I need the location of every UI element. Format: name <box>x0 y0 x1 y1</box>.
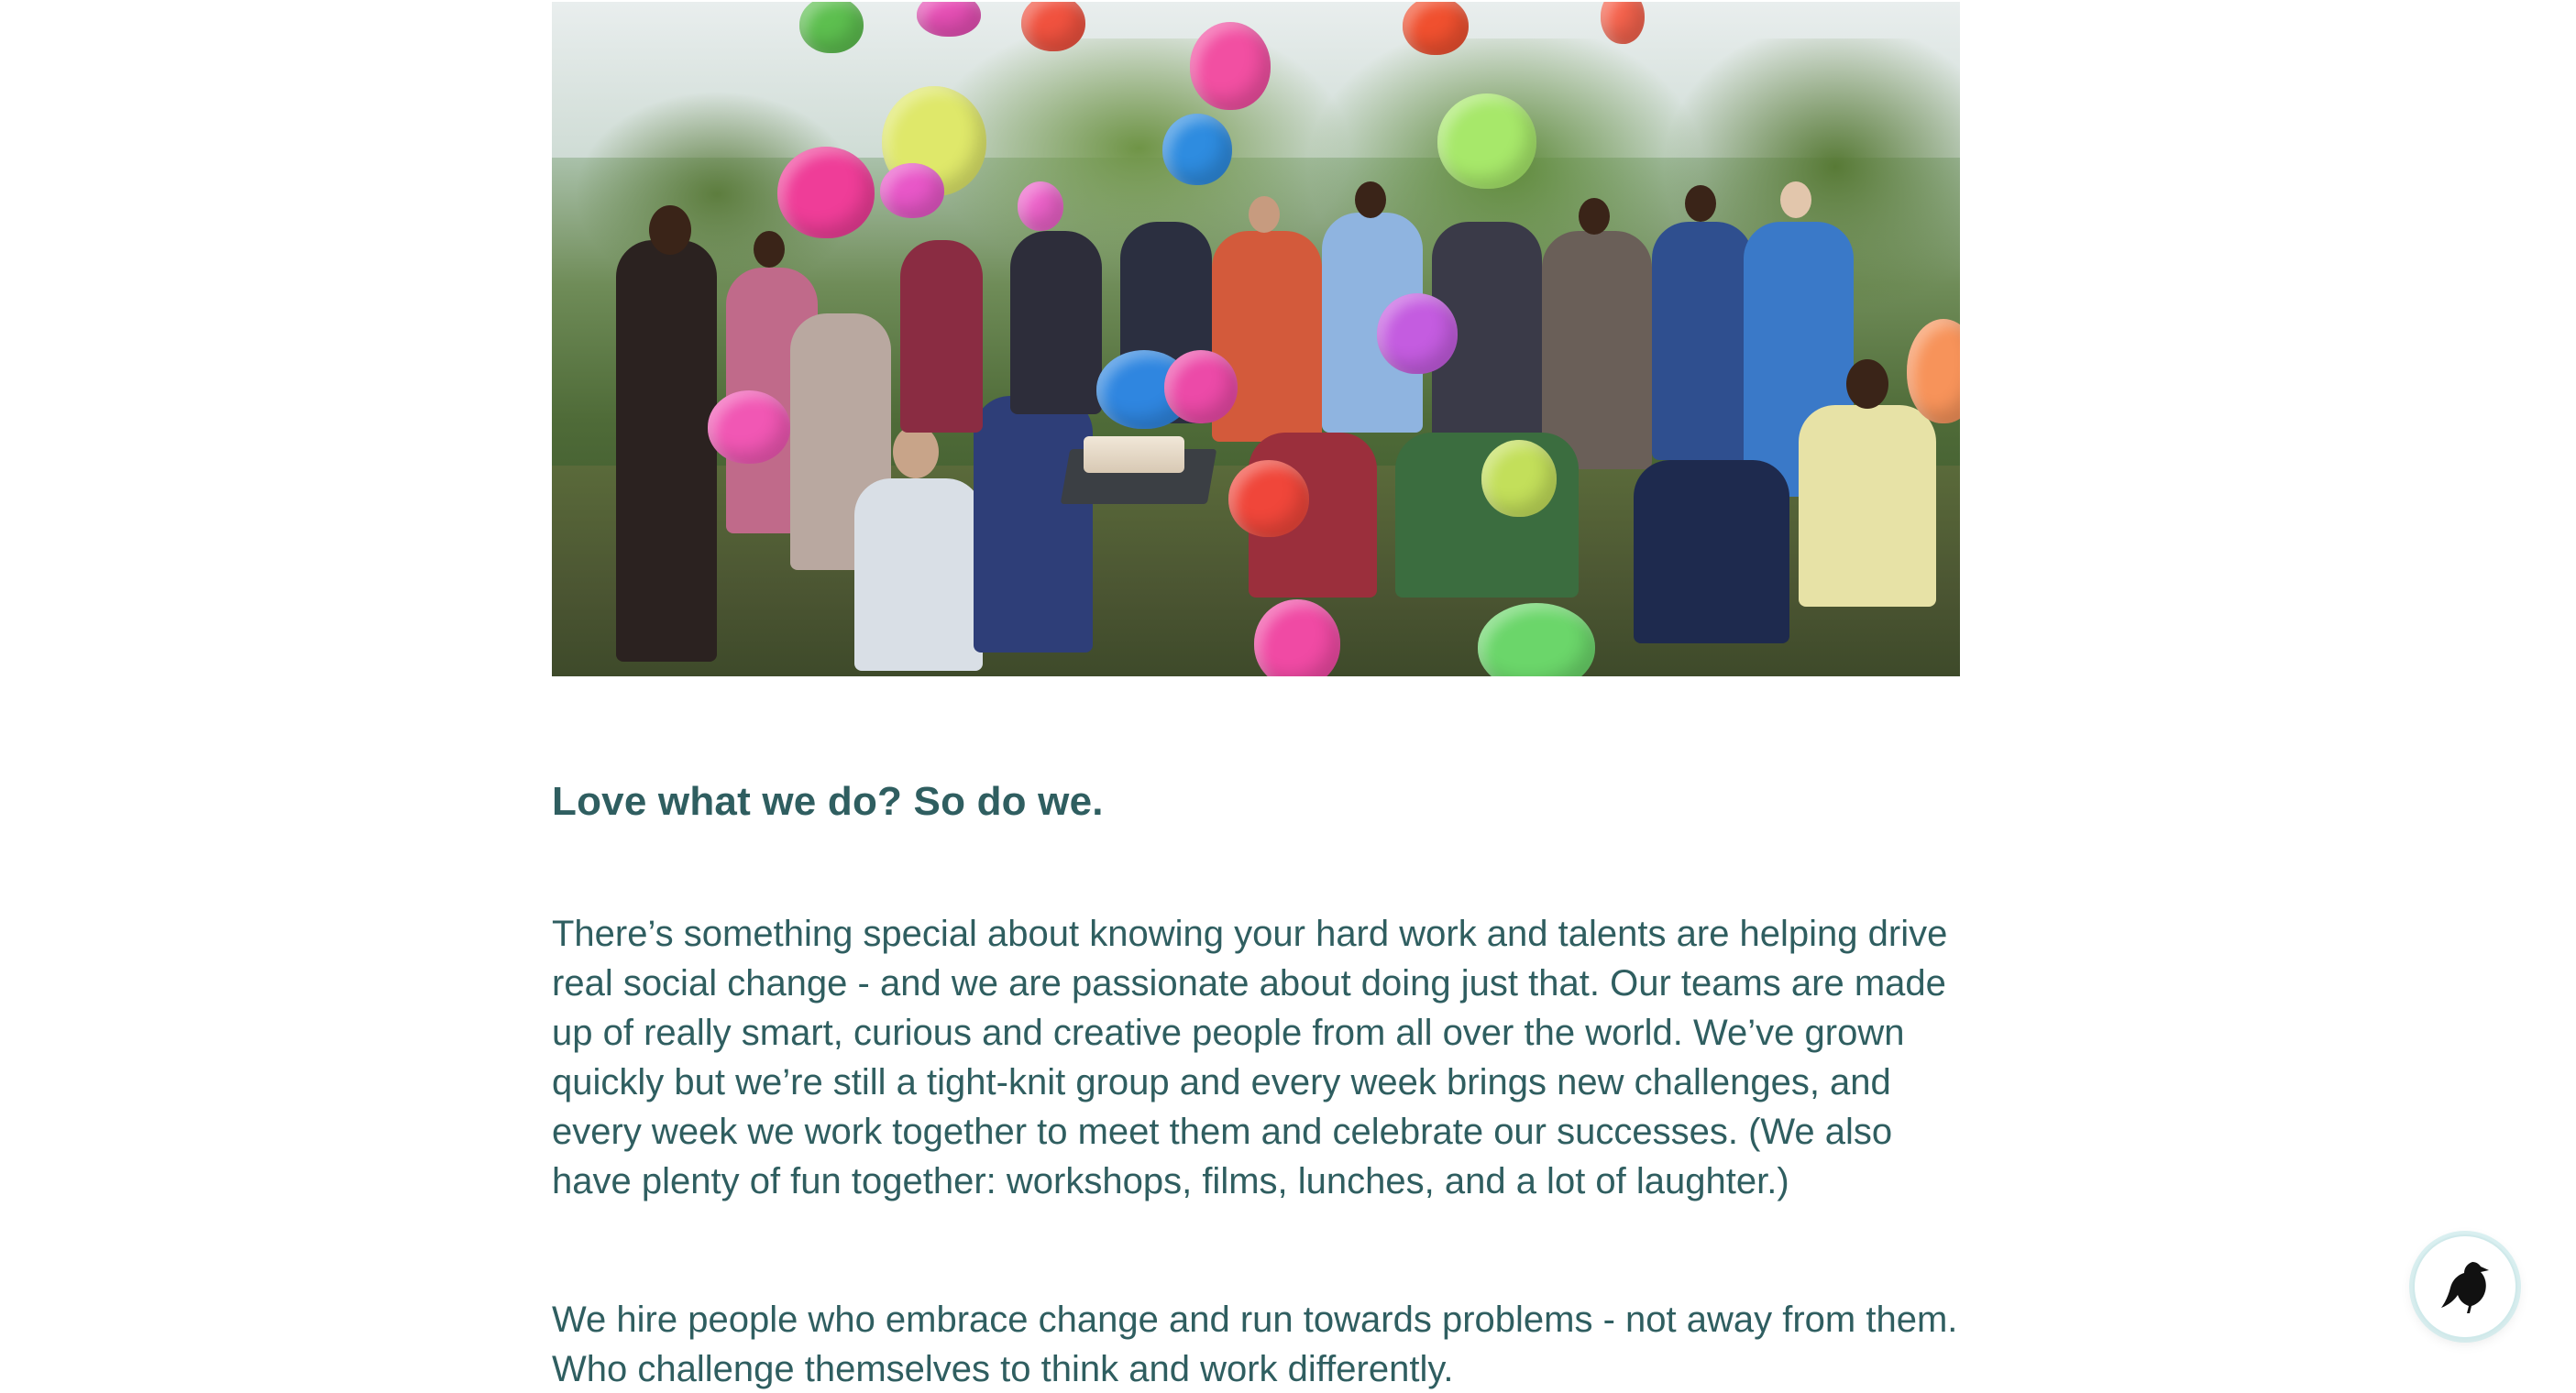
balloon <box>1481 440 1557 517</box>
team-photo <box>552 2 1960 676</box>
photo-person-head <box>1579 198 1610 235</box>
balloon <box>1228 460 1309 537</box>
photo-cake <box>1084 436 1184 473</box>
balloon <box>708 390 790 464</box>
balloon <box>1377 293 1458 374</box>
balloon <box>1190 22 1271 110</box>
photo-person-head <box>649 205 691 255</box>
chat-widget-button[interactable] <box>2413 1234 2517 1339</box>
section-heading: Love what we do? So do we. <box>552 779 1104 824</box>
photo-person <box>1652 222 1753 460</box>
photo-person-head <box>1685 185 1716 222</box>
photo-person <box>974 396 1093 653</box>
intro-paragraph: There’s something special about knowing … <box>552 914 1948 1201</box>
balloon <box>777 147 875 238</box>
hiring-paragraph: We hire people who embrace change and ru… <box>552 1300 1958 1389</box>
photo-person <box>854 478 983 671</box>
photo-person-head <box>1355 181 1386 218</box>
photo-person-head <box>1249 196 1280 233</box>
photo-person <box>1634 460 1789 643</box>
photo-person-head <box>893 425 939 478</box>
photo-person <box>900 240 983 433</box>
balloon <box>1162 114 1232 185</box>
balloon <box>1164 350 1238 423</box>
balloon <box>1437 93 1536 189</box>
balloon <box>799 2 864 53</box>
photo-person-head <box>1780 181 1811 218</box>
balloon <box>1403 2 1469 55</box>
photo-person <box>1542 231 1652 469</box>
page: Love what we do? So do we. There’s somet… <box>0 0 2576 1393</box>
photo-person <box>1799 405 1936 607</box>
photo-person-head <box>1846 359 1888 409</box>
balloon <box>880 163 944 218</box>
bird-icon <box>2441 1262 2489 1313</box>
photo-person-head <box>754 231 785 268</box>
balloon <box>1018 181 1063 231</box>
photo-person <box>1010 231 1102 414</box>
main-content: Love what we do? So do we. There’s somet… <box>552 0 1960 1389</box>
photo-person <box>616 240 717 662</box>
